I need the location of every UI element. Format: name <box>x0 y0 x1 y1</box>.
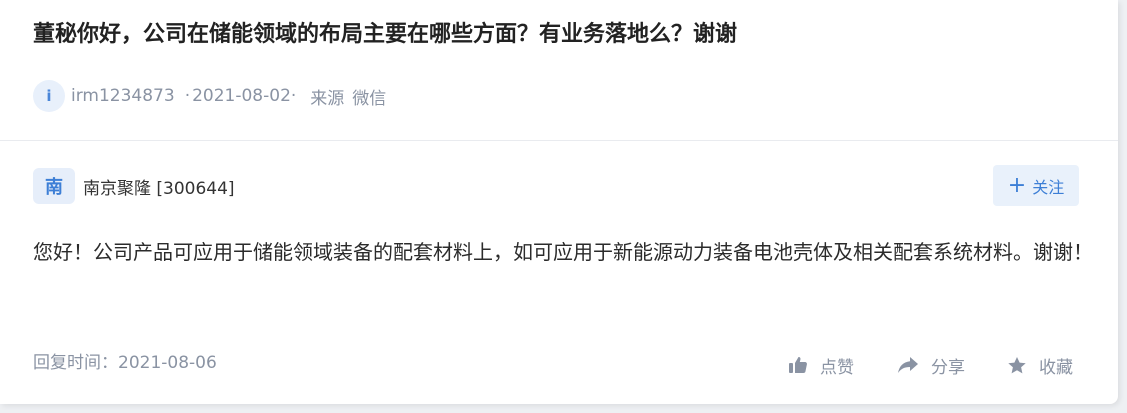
thumbs-up-icon <box>789 357 807 373</box>
question-meta: i irm1234873 · 2021-08-02 · 来源 微信 <box>33 80 386 112</box>
reply-time: 回复时间：2021-08-06 <box>33 353 217 373</box>
share-button[interactable]: 分享 <box>897 350 965 380</box>
follow-button[interactable]: + 关注 <box>993 165 1079 206</box>
like-button[interactable]: 点赞 <box>788 350 854 380</box>
qa-card: 董秘你好，公司在储能领域的布局主要在哪些方面？有业务落地么？谢谢 i irm12… <box>0 0 1118 404</box>
question-title: 董秘你好，公司在储能领域的布局主要在哪些方面？有业务落地么？谢谢 <box>33 22 738 47</box>
star-icon <box>1008 356 1026 373</box>
company-avatar[interactable]: 南 <box>33 168 75 204</box>
asker-avatar[interactable]: i <box>33 80 65 112</box>
company-name[interactable]: 南京聚隆 [300644] <box>83 174 235 199</box>
favorite-button[interactable]: 收藏 <box>1007 350 1073 380</box>
divider <box>0 140 1118 141</box>
source-label: 来源 <box>310 88 345 109</box>
asker-name[interactable]: irm1234873 <box>71 86 175 106</box>
share-label: 分享 <box>931 357 965 378</box>
meta-separator: · <box>184 86 191 106</box>
follow-label: 关注 <box>1032 177 1065 197</box>
meta-separator: · <box>290 86 297 106</box>
question-date: 2021-08-02 <box>192 86 291 106</box>
plus-icon: + <box>1007 172 1027 198</box>
company-header: 南 南京聚隆 [300644] <box>33 168 235 204</box>
like-label: 点赞 <box>820 357 854 378</box>
share-arrow-icon <box>898 357 918 373</box>
favorite-label: 收藏 <box>1039 357 1073 378</box>
source-value: 微信 <box>352 88 387 109</box>
answer-text: 您好！公司产品可应用于储能领域装备的配套材料上，如可应用于新能源动力装备电池壳体… <box>33 240 1093 264</box>
